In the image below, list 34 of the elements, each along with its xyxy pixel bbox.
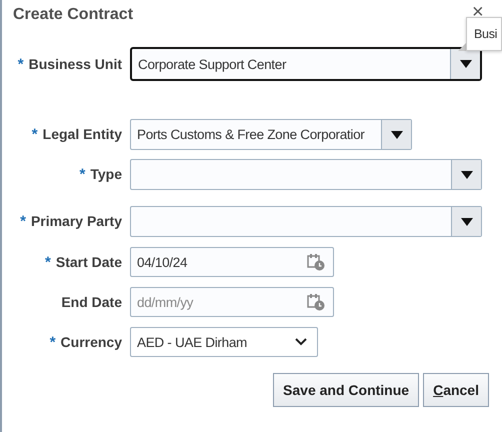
chevron-down-icon	[295, 338, 307, 346]
caret-icon	[460, 60, 472, 68]
dropdown-button[interactable]	[451, 160, 481, 189]
caret-icon	[460, 170, 472, 178]
dialog-button[interactable]: Save and Continue	[273, 373, 420, 407]
field-label: Currency	[60, 334, 122, 350]
dialog-title: Create Contract	[13, 6, 134, 24]
required-mark: *	[45, 254, 51, 270]
currency-select[interactable]: AED - UAE Dirham	[130, 327, 318, 357]
dropdown-button[interactable]	[451, 207, 481, 236]
combo-field[interactable]: Ports Customs & Free Zone Corporatior	[130, 119, 412, 150]
caret-icon	[460, 218, 472, 226]
field-label: Start Date	[56, 254, 122, 270]
required-mark: *	[50, 334, 56, 350]
dialog-button[interactable]: Cancel	[423, 373, 489, 407]
calendar-icon	[307, 253, 325, 271]
required-mark: *	[80, 166, 86, 183]
field-label: Type	[90, 166, 122, 182]
field-label: End Date	[61, 294, 122, 310]
field-label: Primary Party	[30, 213, 122, 229]
required-mark: *	[32, 126, 38, 143]
field-label: Legal Entity	[42, 126, 122, 142]
date-field[interactable]: 04/10/24	[130, 247, 334, 277]
required-mark: *	[20, 213, 26, 230]
dropdown-button[interactable]	[450, 49, 480, 79]
combo-field[interactable]	[130, 159, 482, 190]
combo-field[interactable]	[130, 206, 482, 237]
combo-field[interactable]: Corporate Support Center	[130, 47, 482, 81]
dropdown-button[interactable]	[381, 120, 411, 149]
calendar-icon	[307, 293, 325, 311]
tooltip: Busi	[466, 17, 502, 51]
required-mark: *	[18, 56, 24, 72]
field-label: Business Unit	[28, 56, 122, 72]
caret-icon	[390, 130, 402, 138]
